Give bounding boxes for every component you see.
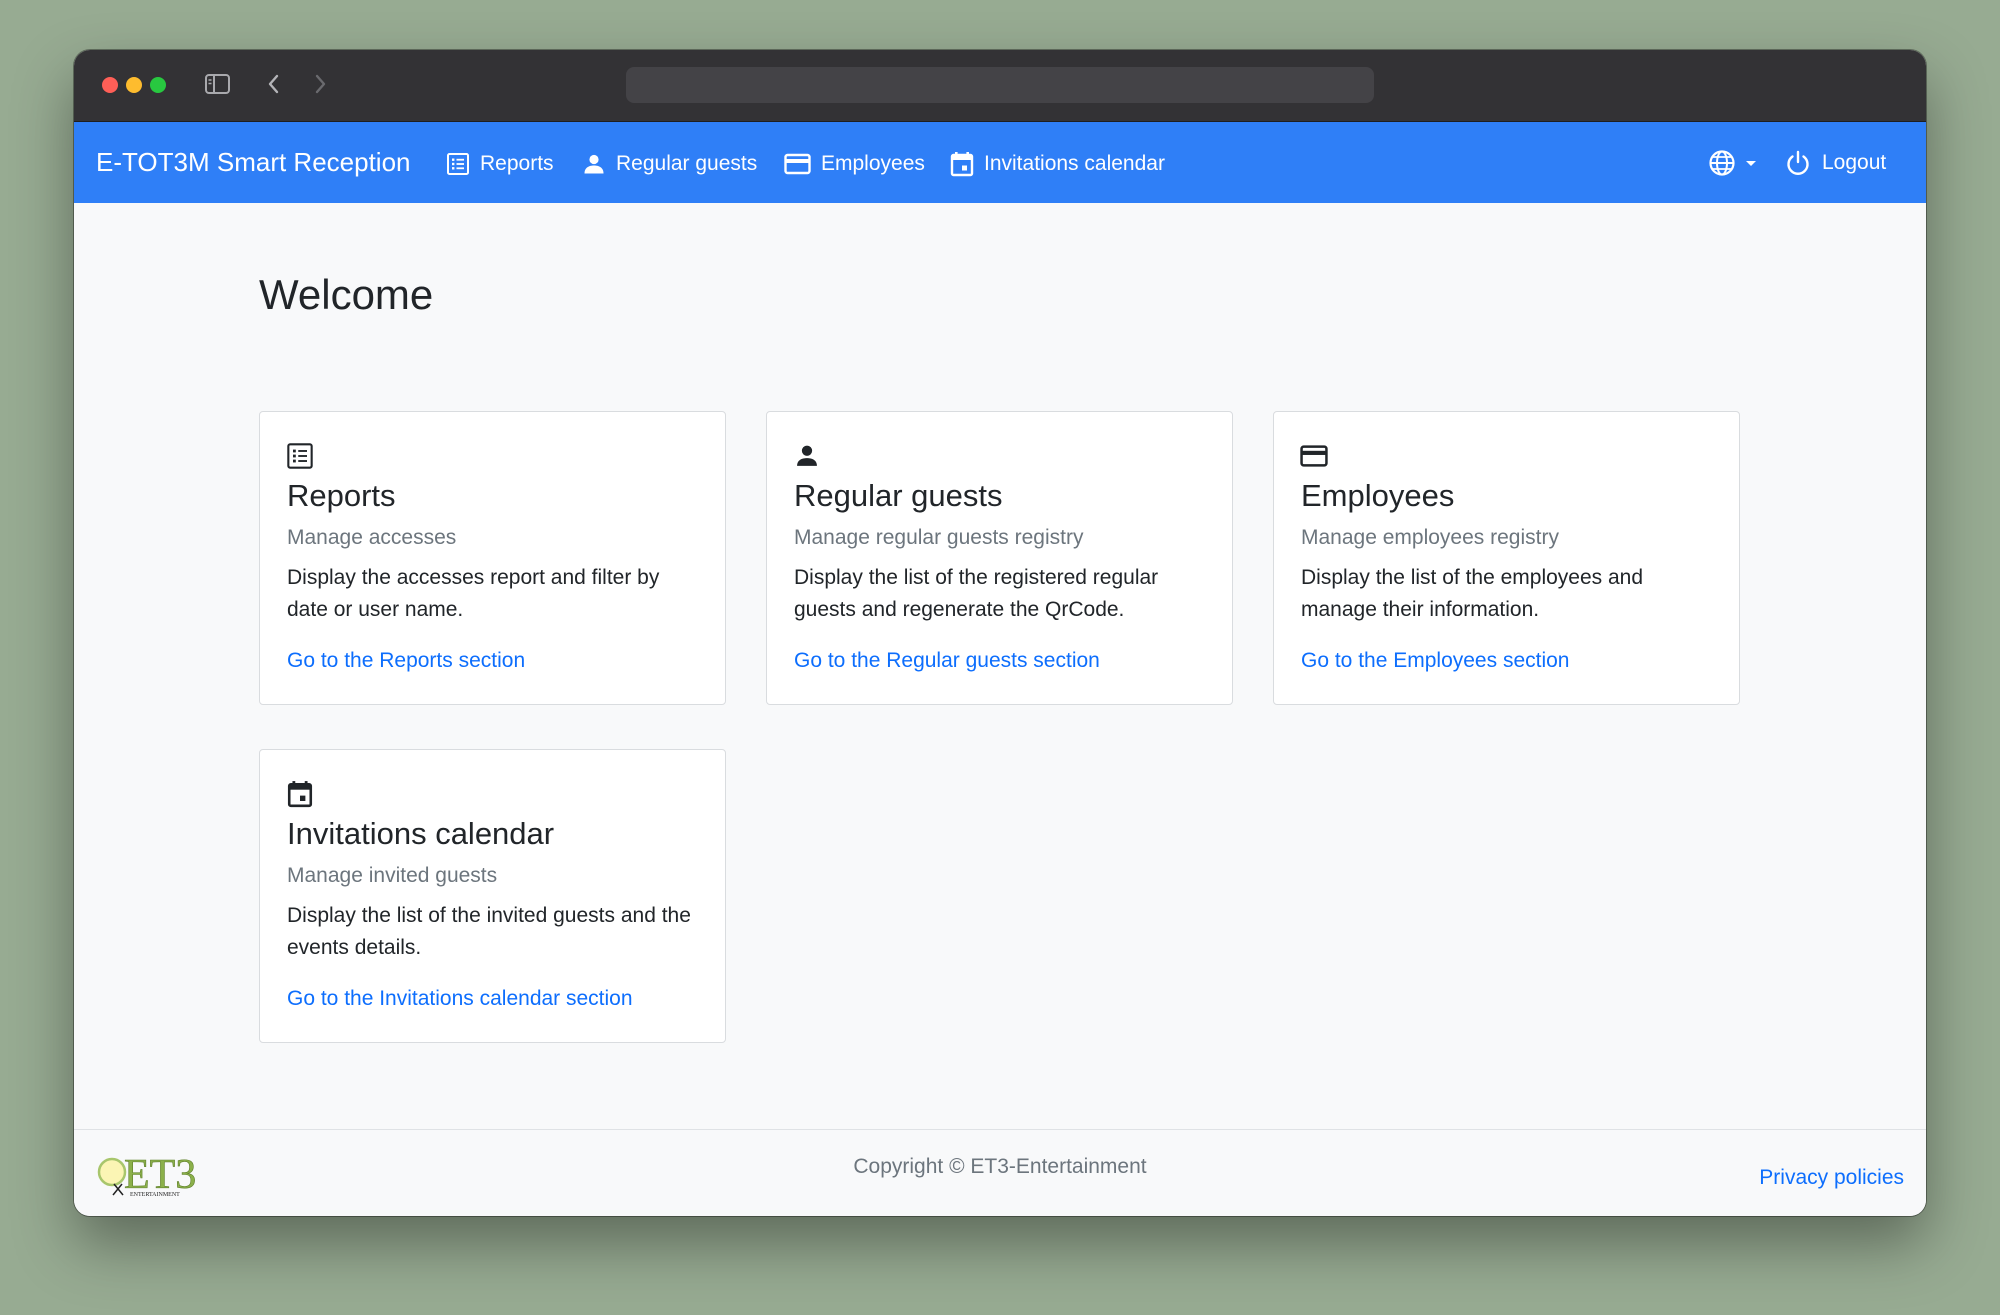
person-icon [584, 154, 604, 173]
card-link[interactable]: Go to the Employees section [1301, 649, 1569, 673]
nav-item-label: Employees [821, 151, 925, 175]
nav-item-label: Regular guests [616, 151, 758, 175]
browser-window: E-TOT3M Smart Reception Reports Regular … [74, 50, 1926, 1216]
card-employees: Employees Manage employees registry Disp… [1273, 411, 1740, 705]
page-footer: ET3 ENTERTAINMENT Copyright © ET3-Entert… [74, 1129, 1926, 1216]
calendar-icon [287, 781, 313, 808]
card-title: Employees [1301, 478, 1455, 513]
brand-link[interactable]: E-TOT3M Smart Reception [96, 122, 411, 203]
nav-item-reports[interactable]: Reports [446, 122, 554, 203]
sidebar-toggle-icon[interactable] [204, 72, 232, 96]
nav-item-regular-guests[interactable]: Regular guests [582, 122, 757, 203]
card-text: Display the list of the employees and ma… [1301, 566, 1644, 621]
list-icon [447, 152, 469, 175]
browser-titlebar [74, 50, 1926, 122]
privacy-policies-link[interactable]: Privacy policies [1759, 1166, 1904, 1190]
caret-down-icon [1746, 160, 1756, 166]
calendar-icon [950, 151, 974, 176]
main-content: Welcome Reports Manage accesses Display … [74, 203, 1926, 1179]
nav-item-label: Reports [480, 151, 554, 175]
globe-icon [1709, 149, 1735, 176]
logout-label: Logout [1822, 150, 1887, 174]
card-link[interactable]: Go to the Invitations calendar section [287, 987, 633, 1011]
language-dropdown[interactable] [1708, 122, 1758, 203]
copyright-text: Copyright © ET3-Entertainment [853, 1155, 1147, 1178]
credit-card-icon [1300, 445, 1328, 467]
top-navbar: E-TOT3M Smart Reception Reports Regular … [74, 122, 1926, 203]
power-icon [1787, 150, 1809, 175]
close-window-button[interactable] [102, 77, 118, 93]
maximize-window-button[interactable] [150, 77, 166, 93]
card-subtitle: Manage invited guests [287, 864, 498, 887]
card-invitations-calendar: Invitations calendar Manage invited gues… [259, 749, 726, 1043]
card-reports: Reports Manage accesses Display the acce… [259, 411, 726, 705]
logout-button[interactable]: Logout [1784, 122, 1886, 203]
card-link[interactable]: Go to the Regular guests section [794, 649, 1100, 673]
person-icon [797, 445, 817, 466]
svg-text:ENTERTAINMENT: ENTERTAINMENT [130, 1192, 180, 1198]
minimize-window-button[interactable] [126, 77, 142, 93]
nav-item-label: Invitations calendar [984, 151, 1165, 175]
forward-arrow-icon[interactable] [310, 72, 330, 96]
credit-card-icon [784, 153, 811, 174]
card-text: Display the accesses report and filter b… [287, 566, 660, 621]
card-link[interactable]: Go to the Reports section [287, 649, 525, 673]
list-icon [287, 443, 313, 469]
card-title: Invitations calendar [287, 816, 555, 851]
card-text: Display the list of the registered regul… [794, 566, 1159, 621]
address-bar[interactable] [626, 67, 1374, 103]
nav-item-invitations-calendar[interactable]: Invitations calendar [950, 122, 1165, 203]
page-title: Welcome [259, 271, 434, 318]
back-arrow-icon[interactable] [264, 72, 284, 96]
card-regular-guests: Regular guests Manage regular guests reg… [766, 411, 1233, 705]
nav-item-employees[interactable]: Employees [784, 122, 925, 203]
card-title: Regular guests [794, 478, 1003, 513]
card-title: Reports [287, 478, 396, 513]
card-subtitle: Manage regular guests registry [794, 526, 1084, 549]
card-subtitle: Manage employees registry [1301, 526, 1559, 549]
card-text: Display the list of the invited guests a… [287, 904, 691, 959]
card-subtitle: Manage accesses [287, 526, 457, 549]
